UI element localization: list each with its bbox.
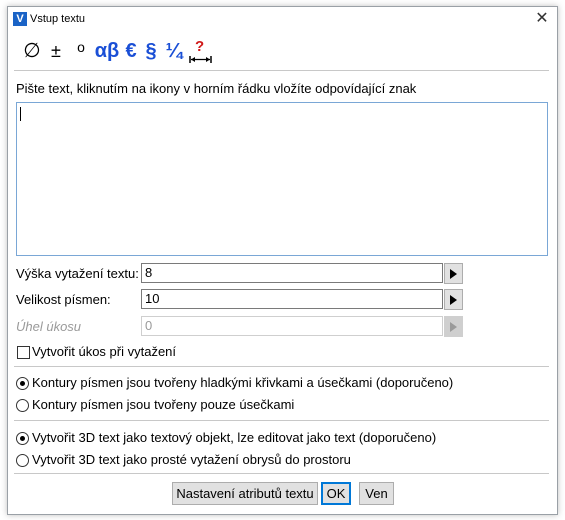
separator bbox=[14, 70, 549, 71]
contour-lines-radio[interactable] bbox=[16, 399, 29, 412]
extrusion-height-input[interactable]: 8 bbox=[141, 263, 443, 283]
currency-symbols-icon[interactable]: € bbox=[122, 37, 140, 65]
font-size-menu-button[interactable] bbox=[444, 289, 463, 310]
extrusion-height-menu-button[interactable] bbox=[444, 263, 463, 284]
text-object-radio[interactable] bbox=[16, 432, 29, 445]
help-width-icon[interactable]: ? bbox=[189, 37, 213, 65]
cancel-button[interactable]: Ven bbox=[359, 482, 394, 505]
slant-angle-label: Úhel úkosu bbox=[16, 319, 82, 334]
text-object-label: Vytvořit 3D text jako textový objekt, lz… bbox=[32, 430, 437, 445]
section-symbol-icon[interactable]: § bbox=[142, 37, 160, 65]
ok-button[interactable]: OK bbox=[321, 482, 351, 505]
font-size-input[interactable]: 10 bbox=[141, 289, 443, 309]
title-bar: V Vstup textu ✕ bbox=[8, 7, 557, 33]
contour-lines-label: Kontury písmen jsou tvořeny pouze úsečka… bbox=[32, 397, 295, 412]
arrow-right-icon bbox=[450, 295, 457, 305]
separator bbox=[14, 420, 549, 421]
slant-angle-input: 0 bbox=[141, 316, 443, 336]
arrow-right-icon bbox=[450, 322, 457, 332]
slant-checkbox[interactable] bbox=[17, 346, 30, 359]
plain-extrusion-radio[interactable] bbox=[16, 454, 29, 467]
extrusion-height-label: Výška vytažení textu: bbox=[16, 266, 139, 281]
contour-smooth-radio[interactable] bbox=[16, 377, 29, 390]
fraction-symbol-icon[interactable]: ¼ bbox=[162, 37, 186, 65]
plus-minus-symbol-icon[interactable]: ± bbox=[46, 37, 66, 65]
greek-letters-icon[interactable]: αβ bbox=[92, 37, 122, 65]
arrow-right-icon bbox=[450, 269, 457, 279]
help-width-graphic: ? bbox=[189, 38, 212, 63]
svg-text:?: ? bbox=[195, 38, 204, 55]
instruction-text: Pište text, kliknutím na ikony v horním … bbox=[16, 81, 417, 96]
separator bbox=[14, 366, 549, 367]
degree-symbol-icon[interactable]: o bbox=[74, 37, 88, 65]
text-caret bbox=[20, 107, 21, 121]
text-attributes-button[interactable]: Nastavení atributů textu bbox=[172, 482, 318, 505]
font-size-label: Velikost písmen: bbox=[16, 292, 111, 307]
slant-angle-menu-button bbox=[444, 316, 463, 337]
text-input-area[interactable] bbox=[16, 102, 548, 256]
close-icon[interactable]: ✕ bbox=[533, 10, 551, 28]
app-icon: V bbox=[13, 12, 27, 26]
symbol-toolbar: ∅ ± o αβ € § ¼ ? bbox=[14, 37, 550, 65]
plain-extrusion-label: Vytvořit 3D text jako prosté vytažení ob… bbox=[32, 452, 351, 467]
window-title: Vstup textu bbox=[30, 13, 86, 25]
contour-smooth-label: Kontury písmen jsou tvořeny hladkými kři… bbox=[32, 375, 454, 390]
dialog-window: V Vstup textu ✕ ∅ ± o αβ € § ¼ ? Pište t… bbox=[7, 6, 558, 515]
slant-checkbox-label: Vytvořit úkos při vytažení bbox=[32, 344, 177, 359]
separator bbox=[14, 473, 549, 474]
diameter-symbol-icon[interactable]: ∅ bbox=[22, 37, 42, 65]
